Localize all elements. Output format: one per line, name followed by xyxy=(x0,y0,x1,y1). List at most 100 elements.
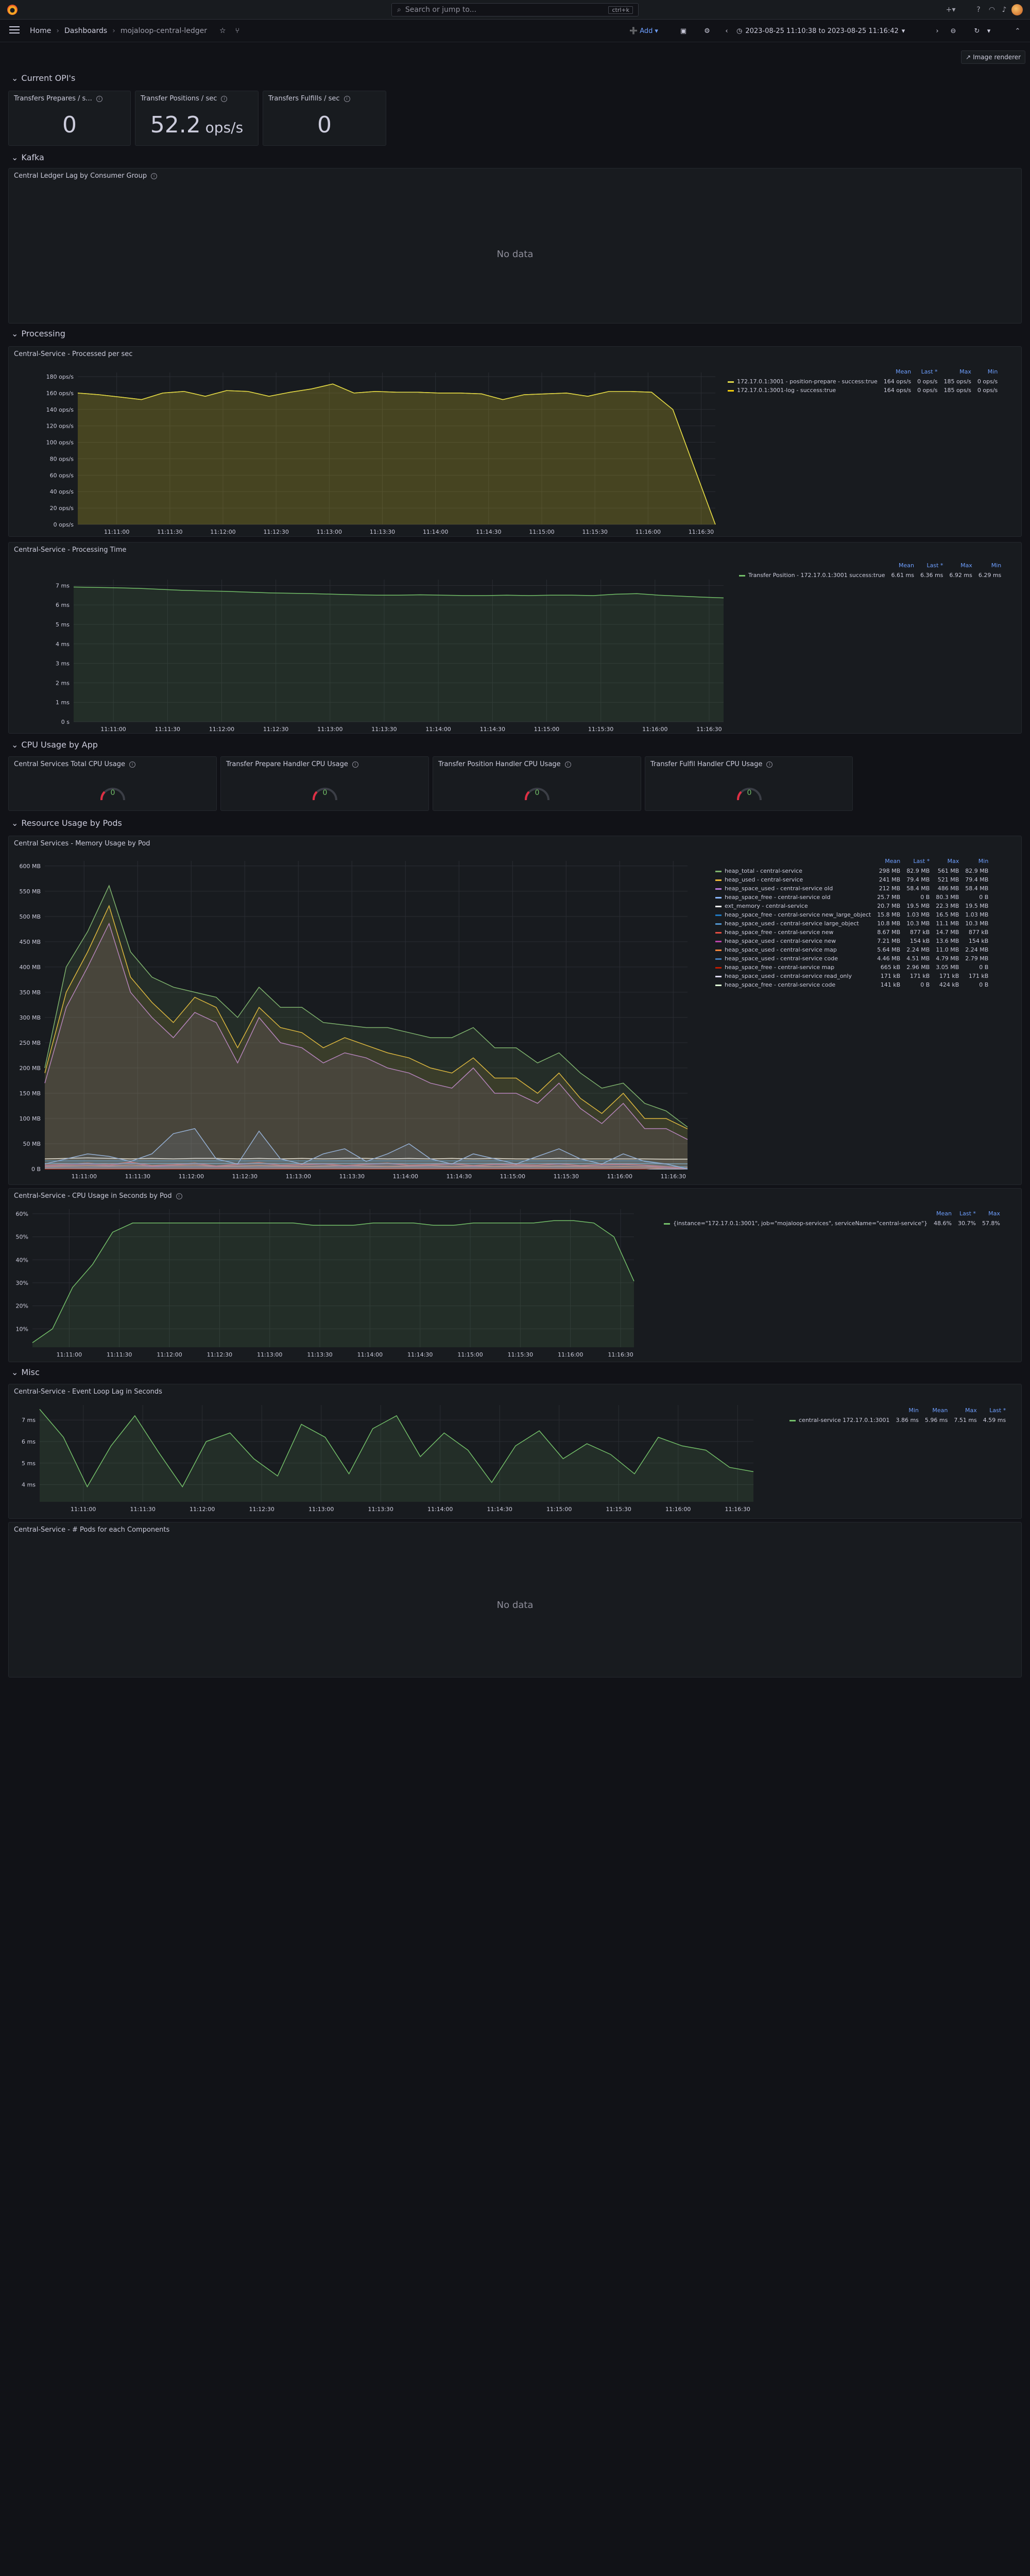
legend-row[interactable]: heap_total - central-service 298 MB 82.9 M… xyxy=(712,867,991,875)
row-misc[interactable]: ⌄ Misc xyxy=(11,1367,40,1377)
x-tick-label: 11:13:30 xyxy=(371,726,397,733)
legend-row[interactable]: heap_space_free - central-service old 25.… xyxy=(712,893,991,902)
legend-row[interactable]: heap_used - central-service 241 MB 79.4 MB… xyxy=(712,875,991,884)
legend-min: 877 kB xyxy=(968,929,989,936)
legend-row[interactable]: Transfer Position - 172.17.0.1:3001 succ… xyxy=(736,571,1004,580)
info-icon[interactable]: i xyxy=(352,761,358,768)
legend-row[interactable]: heap_space_used - central-service map 5.6… xyxy=(712,945,991,954)
plus-icon[interactable]: +▾ xyxy=(946,5,956,15)
y-tick-label: 20% xyxy=(16,1303,28,1310)
y-tick-label: 140 ops/s xyxy=(46,406,74,413)
legend-series-name: heap_space_used - central-service code xyxy=(725,955,838,962)
user-avatar[interactable] xyxy=(1011,4,1023,15)
x-tick-label: 11:14:30 xyxy=(407,1351,433,1358)
x-tick-label: 11:11:30 xyxy=(107,1351,132,1358)
legend-row[interactable]: heap_space_free - central-service map 665… xyxy=(712,963,991,972)
search-shortcut: ctrl+k xyxy=(608,6,633,14)
x-tick-label: 11:11:30 xyxy=(125,1173,150,1180)
legend-row[interactable]: heap_space_used - central-service code 4.… xyxy=(712,954,991,963)
y-tick-label: 50 MB xyxy=(23,1141,41,1147)
x-tick-label: 11:15:30 xyxy=(582,529,607,535)
legend-row[interactable]: heap_space_free - central-service code 14… xyxy=(712,980,991,989)
x-tick-label: 11:12:00 xyxy=(157,1351,182,1358)
row-resource-usage[interactable]: ⌄ Resource Usage by Pods xyxy=(11,818,122,828)
info-icon[interactable]: i xyxy=(129,761,135,768)
legend-min: 154 kB xyxy=(968,938,989,944)
x-tick-label: 11:12:00 xyxy=(179,1173,204,1180)
legend-row[interactable]: {instance="172.17.0.1:3001", job="mojalo… xyxy=(661,1219,1003,1228)
memory-usage-panel: Central Services - Memory Usage by Pod 0… xyxy=(8,836,1022,1185)
row-cpu-usage[interactable]: ⌄ CPU Usage by App xyxy=(11,740,98,750)
event-loop-legend: Min Mean Max Last * central-service 172.17.… xyxy=(786,1407,1009,1425)
help-icon[interactable]: ? xyxy=(973,5,984,15)
legend-row[interactable]: heap_space_used - central-service new 7.2… xyxy=(712,937,991,945)
legend-min: 58.4 MB xyxy=(965,885,989,892)
refresh-icon[interactable]: ↻ xyxy=(971,25,983,37)
row-kafka[interactable]: ⌄ Kafka xyxy=(11,152,44,162)
processing-time-legend: Mean Last * Max Min Transfer Position - 172… xyxy=(736,562,1004,580)
add-button[interactable]: ➕ Add ▾ xyxy=(629,25,658,37)
x-tick-label: 11:15:00 xyxy=(500,1173,525,1180)
x-tick-label: 11:12:00 xyxy=(210,529,235,535)
x-tick-label: 11:13:00 xyxy=(317,529,342,535)
chevron-down-icon: ⌄ xyxy=(11,73,19,83)
time-range-picker[interactable]: ◷ 2023-08-25 11:10:38 to 2023-08-25 11:1… xyxy=(736,25,905,37)
legend-row[interactable]: heap_space_used - central-service read_o… xyxy=(712,972,991,980)
chevron-down-icon: ⌄ xyxy=(11,818,19,828)
breadcrumb-dashboards[interactable]: Dashboards xyxy=(64,27,107,35)
legend-row[interactable]: 172.17.0.1:3001-log - success:true 164 op… xyxy=(725,386,1001,395)
legend-row[interactable]: 172.17.0.1:3001 - position-prepare - suc… xyxy=(725,377,1001,386)
breadcrumb-home[interactable]: Home xyxy=(30,27,51,35)
collapse-icon[interactable]: ⌃ xyxy=(1012,25,1023,37)
share-icon[interactable]: ⑂ xyxy=(235,27,239,35)
y-tick-label: 40 ops/s xyxy=(50,488,74,495)
legend-row[interactable]: heap_space_used - central-service large_… xyxy=(712,919,991,928)
info-icon[interactable]: i xyxy=(96,95,102,102)
image-renderer-button[interactable]: ↗ Image renderer xyxy=(961,50,1026,64)
save-icon[interactable]: ▣ xyxy=(678,25,689,37)
time-forward-icon[interactable]: › xyxy=(932,25,942,37)
refresh-interval-icon[interactable]: ▾ xyxy=(985,25,993,37)
legend-max: 80.3 MB xyxy=(936,894,959,901)
x-tick-label: 11:11:30 xyxy=(155,726,180,733)
time-back-icon[interactable]: ‹ xyxy=(721,25,732,37)
x-tick-label: 11:16:30 xyxy=(696,726,722,733)
settings-icon[interactable]: ⚙ xyxy=(701,25,713,37)
legend-swatch xyxy=(715,870,722,872)
row-processing[interactable]: ⌄ Processing xyxy=(11,329,65,338)
info-icon[interactable]: i xyxy=(766,761,773,768)
legend-row[interactable]: heap_space_free - central-service new 8.6… xyxy=(712,928,991,937)
info-icon[interactable]: i xyxy=(344,95,350,102)
rss-icon[interactable]: ◠ xyxy=(987,5,997,15)
bell-icon[interactable]: ♪ xyxy=(999,5,1009,15)
search-input[interactable]: ⌕ Search or jump to... ctrl+k xyxy=(391,3,639,16)
y-tick-label: 100 ops/s xyxy=(46,439,74,446)
legend-mean: 10.8 MB xyxy=(877,920,901,927)
info-icon[interactable]: i xyxy=(151,173,158,179)
legend-row[interactable]: heap_space_used - central-service old 212… xyxy=(712,884,991,893)
x-tick-label: 11:16:00 xyxy=(636,529,661,535)
legend-max: 185 ops/s xyxy=(943,378,971,385)
zoom-out-icon[interactable]: ⊖ xyxy=(948,25,959,37)
legend-min: 2.79 MB xyxy=(965,955,989,962)
x-tick-label: 11:14:30 xyxy=(480,726,505,733)
grafana-logo[interactable] xyxy=(7,0,18,20)
y-tick-label: 5 ms xyxy=(22,1460,36,1467)
legend-max: 424 kB xyxy=(939,981,959,988)
legend-min: 0 B xyxy=(979,981,989,988)
x-tick-label: 11:13:00 xyxy=(257,1351,282,1358)
x-tick-label: 11:16:30 xyxy=(608,1351,633,1358)
legend-last: 82.9 MB xyxy=(906,868,930,874)
legend-swatch xyxy=(664,1223,670,1225)
legend-row[interactable]: central-service 172.17.0.1:3001 3.86 ms 5.… xyxy=(786,1416,1009,1425)
menu-icon[interactable] xyxy=(9,26,20,35)
legend-row[interactable]: heap_space_free - central-service new_la… xyxy=(712,910,991,919)
info-icon[interactable]: i xyxy=(221,95,228,102)
legend-row[interactable]: ext_memory - central-service 20.7 MB 19.5 … xyxy=(712,902,991,910)
star-icon[interactable]: ☆ xyxy=(219,27,226,35)
legend-last: 0 ops/s xyxy=(917,387,938,394)
row-current-opis[interactable]: ⌄ Current OPI's xyxy=(11,73,75,83)
info-icon[interactable]: i xyxy=(564,761,571,768)
x-tick-label: 11:13:30 xyxy=(339,1173,365,1180)
legend-series-name: central-service 172.17.0.1:3001 xyxy=(799,1417,890,1423)
